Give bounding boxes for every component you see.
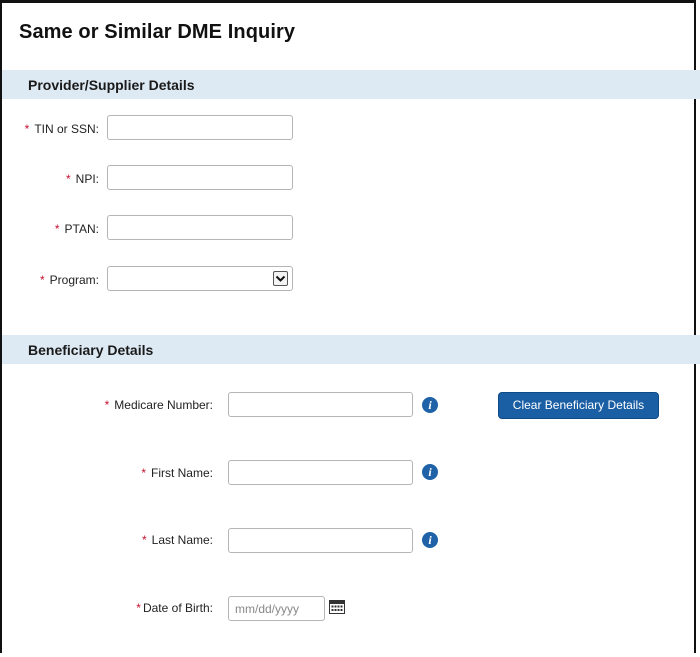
npi-label: * NPI: (66, 172, 99, 186)
ptan-input[interactable] (107, 215, 293, 240)
provider-section-header: Provider/Supplier Details (2, 70, 700, 99)
required-marker: * (104, 398, 110, 412)
required-marker: * (141, 466, 146, 480)
ptan-label-text: PTAN: (64, 222, 99, 236)
program-label-text: Program: (49, 273, 99, 287)
program-select[interactable] (107, 266, 293, 291)
last-name-label-text: Last Name: (151, 533, 213, 547)
tin-input[interactable] (107, 115, 293, 140)
last-name-label: * Last Name: (142, 533, 213, 547)
beneficiary-section-title: Beneficiary Details (28, 342, 154, 358)
calendar-icon[interactable] (329, 600, 345, 614)
npi-label-text: NPI: (75, 172, 99, 186)
info-icon[interactable]: i (422, 397, 438, 413)
chevron-down-icon[interactable] (273, 271, 288, 286)
required-marker: * (65, 172, 71, 186)
medicare-number-input[interactable] (228, 392, 413, 417)
required-marker: * (141, 533, 147, 547)
tin-label: * TIN or SSN: (25, 122, 99, 136)
date-of-birth-input[interactable] (228, 596, 325, 621)
required-marker: * (54, 222, 60, 236)
date-of-birth-label-text: Date of Birth: (142, 601, 213, 615)
medicare-number-label-text: Medicare Number: (114, 398, 213, 412)
first-name-label: * First Name: (141, 466, 213, 480)
program-label: * Program: (40, 273, 99, 287)
last-name-input[interactable] (228, 528, 413, 553)
npi-input[interactable] (107, 165, 293, 190)
date-of-birth-label: * Date of Birth: (136, 601, 213, 615)
info-icon[interactable]: i (422, 532, 438, 548)
info-icon[interactable]: i (422, 464, 438, 480)
required-marker: * (24, 122, 30, 136)
required-marker: * (136, 601, 141, 615)
beneficiary-section-header: Beneficiary Details (2, 335, 700, 364)
ptan-label: * PTAN: (55, 222, 99, 236)
first-name-label-text: First Name: (150, 466, 213, 480)
medicare-number-label: * Medicare Number: (105, 398, 213, 412)
first-name-input[interactable] (228, 460, 413, 485)
required-marker: * (39, 273, 45, 287)
page-title: Same or Similar DME Inquiry (19, 21, 296, 43)
tin-label-text: TIN or SSN: (34, 122, 99, 136)
clear-beneficiary-details-button[interactable]: Clear Beneficiary Details (498, 392, 659, 419)
provider-section-title: Provider/Supplier Details (28, 77, 195, 93)
